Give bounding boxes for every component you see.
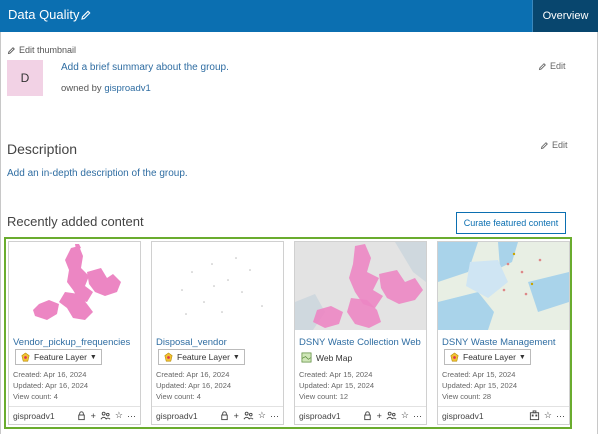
description-link[interactable]: Add an in-depth description of the group… [7, 168, 188, 179]
item-type-dropdown[interactable]: Feature Layer ▼ [444, 349, 531, 365]
pink-boroughs-map-icon [9, 242, 140, 330]
organization-icon [529, 410, 540, 421]
card-owner[interactable]: gisproadv1 [442, 411, 484, 421]
group-thumbnail: D [7, 60, 43, 96]
more-options-icon[interactable]: ··· [270, 411, 279, 421]
divider [295, 406, 426, 407]
card-thumbnail[interactable] [295, 242, 426, 330]
lock-icon [77, 411, 85, 421]
updated-date: Updated: Apr 16, 2024 [156, 381, 232, 390]
chevron-down-icon: ▼ [89, 353, 97, 361]
tab-overview[interactable]: Overview [532, 0, 598, 32]
card-title[interactable]: DSNY Waste Collection Web … [299, 337, 424, 348]
card-actions: + ☆ ··· [76, 410, 136, 421]
favorite-star-icon[interactable]: ☆ [544, 410, 552, 421]
card-title[interactable]: Disposal_vendor [156, 337, 281, 348]
edit-description-button[interactable]: Edit [540, 140, 568, 150]
owned-prefix: owned by [61, 83, 102, 94]
curate-featured-button[interactable]: Curate featured content [456, 212, 566, 234]
description-heading: Description [7, 141, 78, 157]
add-icon[interactable]: + [91, 411, 96, 421]
updated-date: Updated: Apr 16, 2024 [13, 381, 89, 390]
card-actions: + ☆ ··· [362, 410, 422, 421]
favorite-star-icon[interactable]: ☆ [258, 410, 266, 421]
edit-thumbnail-label: Edit thumbnail [19, 45, 77, 55]
header-bar: Data Quality Overview [0, 0, 598, 32]
edit-summary-button[interactable]: Edit [538, 61, 566, 71]
item-type-label: Web Map [316, 352, 353, 363]
group-title: Data Quality [8, 7, 80, 22]
favorite-star-icon[interactable]: ☆ [401, 410, 409, 421]
view-count: View count: 4 [156, 392, 201, 401]
card-thumbnail[interactable] [152, 242, 283, 330]
item-type-label: Feature Layer [177, 352, 230, 362]
item-type-dropdown[interactable]: Feature Layer ▼ [15, 349, 102, 365]
content-card[interactable]: DSNY Waste Management Feature Layer ▼ Cr… [437, 241, 570, 425]
card-actions: + ☆ ··· [219, 410, 279, 421]
card-title[interactable]: DSNY Waste Management [442, 337, 567, 348]
share-groups-icon[interactable] [386, 410, 397, 421]
web-map-icon [301, 352, 312, 363]
created-date: Created: Apr 15, 2024 [442, 370, 516, 379]
divider [152, 406, 283, 407]
edit-thumbnail-link[interactable]: Edit thumbnail [7, 45, 76, 55]
lock-icon [363, 411, 371, 421]
content-card[interactable]: DSNY Waste Collection Web … Web Map Crea… [294, 241, 427, 425]
chevron-down-icon: ▼ [518, 353, 526, 361]
owned-by-text: owned by gisproadv1 [61, 83, 151, 94]
feature-layer-icon [450, 352, 459, 361]
content-card[interactable]: Vendor_pickup_frequencies Feature Layer … [8, 241, 141, 425]
card-thumbnail[interactable] [9, 242, 140, 330]
share-groups-icon[interactable] [243, 410, 254, 421]
view-count: View count: 28 [442, 392, 492, 401]
item-type-label: Feature Layer [34, 352, 87, 362]
card-owner[interactable]: gisproadv1 [156, 411, 198, 421]
item-type: Web Map [301, 352, 352, 363]
item-type-label: Feature Layer [463, 352, 516, 362]
share-groups-icon[interactable] [100, 410, 111, 421]
add-icon[interactable]: + [377, 411, 382, 421]
card-thumbnail[interactable] [438, 242, 569, 330]
summary-link[interactable]: Add a brief summary about the group. [61, 62, 229, 73]
divider [9, 406, 140, 407]
owner-link[interactable]: gisproadv1 [104, 83, 150, 94]
view-count: View count: 12 [299, 392, 349, 401]
item-type-dropdown[interactable]: Feature Layer ▼ [158, 349, 245, 365]
pencil-icon [540, 141, 548, 149]
card-owner[interactable]: gisproadv1 [13, 411, 55, 421]
pencil-icon [538, 62, 546, 70]
more-options-icon[interactable]: ··· [556, 411, 565, 421]
sparse-points-map-icon [152, 242, 283, 330]
card-owner[interactable]: gisproadv1 [299, 411, 341, 421]
chevron-down-icon: ▼ [232, 353, 240, 361]
updated-date: Updated: Apr 15, 2024 [442, 381, 518, 390]
created-date: Created: Apr 15, 2024 [299, 370, 373, 379]
edit-label: Edit [552, 140, 568, 150]
recent-content-heading: Recently added content [7, 214, 144, 229]
more-options-icon[interactable]: ··· [127, 411, 136, 421]
favorite-star-icon[interactable]: ☆ [115, 410, 123, 421]
card-actions: ☆ ··· [529, 410, 565, 421]
lock-icon [220, 411, 228, 421]
created-date: Created: Apr 16, 2024 [156, 370, 230, 379]
add-icon[interactable]: + [234, 411, 239, 421]
divider [438, 406, 569, 407]
recent-content-grid: Vendor_pickup_frequencies Feature Layer … [4, 237, 572, 429]
feature-layer-icon [21, 352, 30, 361]
card-title[interactable]: Vendor_pickup_frequencies [13, 337, 138, 348]
view-count: View count: 4 [13, 392, 58, 401]
edit-label: Edit [550, 61, 566, 71]
more-options-icon[interactable]: ··· [413, 411, 422, 421]
basemap-blue-icon [438, 242, 569, 330]
feature-layer-icon [164, 352, 173, 361]
content-card[interactable]: Disposal_vendor Feature Layer ▼ Created:… [151, 241, 284, 425]
created-date: Created: Apr 16, 2024 [13, 370, 87, 379]
pencil-icon [7, 46, 15, 54]
pencil-icon[interactable] [80, 9, 92, 21]
web-map-pink-overlay-icon [295, 242, 426, 330]
updated-date: Updated: Apr 15, 2024 [299, 381, 375, 390]
